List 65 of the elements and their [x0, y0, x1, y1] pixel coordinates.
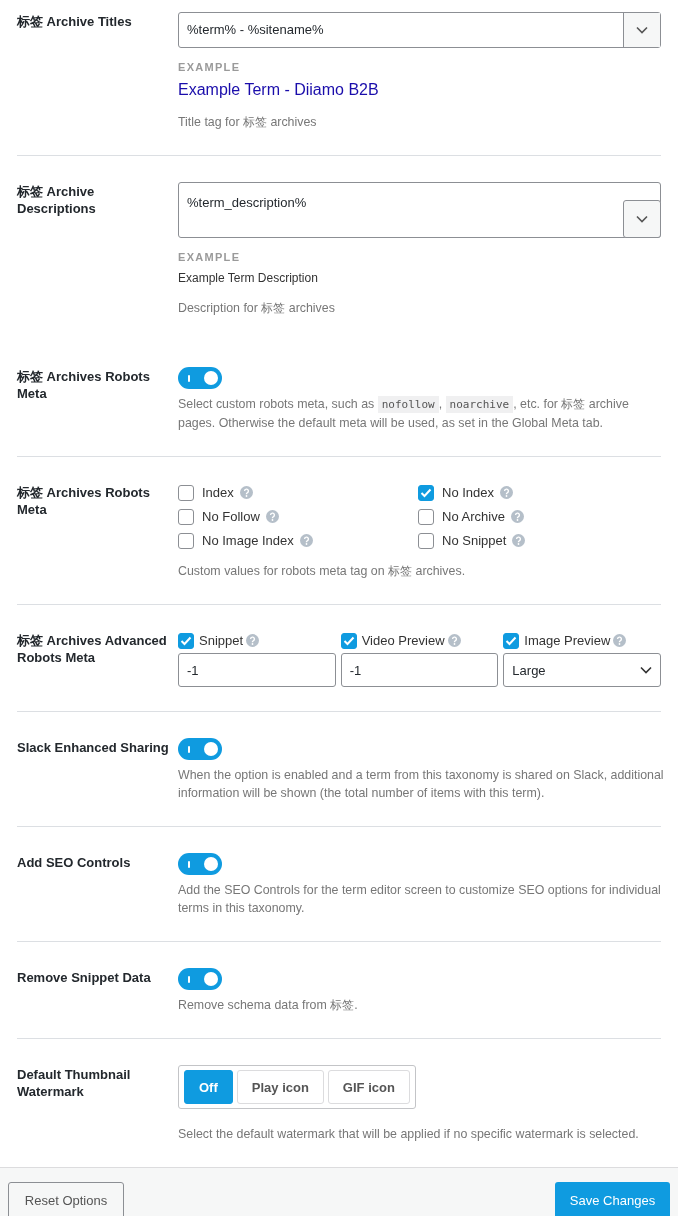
checkbox[interactable] — [503, 632, 520, 649]
help-icon[interactable] — [500, 486, 514, 499]
help-icon[interactable] — [510, 510, 524, 523]
checkbox-label: Video Preview — [361, 633, 445, 648]
field-label: Slack Enhanced Sharing — [17, 739, 170, 757]
number-input[interactable]: -1 — [178, 653, 336, 687]
help-icon[interactable] — [299, 534, 313, 547]
help-icon[interactable] — [512, 534, 526, 547]
field-label: 标签 Archives Robots Meta — [17, 484, 151, 519]
field-description: Title tag for 标签 archives — [178, 114, 318, 131]
field-label: Add SEO Controls — [17, 854, 132, 872]
input-field[interactable]: %term_description% — [178, 182, 661, 238]
select-dropdown[interactable]: Large — [503, 653, 661, 687]
field-label: 标签 Archive Titles — [17, 13, 133, 31]
field-description: Select custom robots meta, such as nofollow , noarchive , etc. for 标签 archive pages. Otherwise the default meta will be used, as set in the Global Meta tab. — [178, 395, 630, 432]
checkbox-label: No Index — [442, 485, 495, 500]
field-label: Remove Snippet Data — [17, 969, 152, 987]
field-description: Remove schema data from 标签. — [178, 997, 359, 1014]
help-icon[interactable] — [239, 486, 253, 499]
checkbox-label: Image Preview — [524, 633, 611, 648]
checkbox-label: No Archive — [442, 509, 505, 524]
watermark-option[interactable]: Play icon — [236, 1070, 324, 1104]
help-icon[interactable] — [447, 634, 461, 647]
field-description: Select the default watermark that will be applied if no specific watermark is selected. — [178, 1126, 640, 1143]
help-icon[interactable] — [265, 510, 279, 523]
number-input[interactable]: -1 — [340, 653, 499, 687]
checkbox[interactable] — [418, 532, 434, 549]
toggle-switch[interactable] — [178, 367, 222, 389]
checkbox-label: Index — [202, 485, 234, 500]
example-heading: EXAMPLE — [178, 251, 242, 263]
checkbox-label: No Snippet — [442, 533, 507, 548]
toggle-switch[interactable] — [178, 968, 222, 990]
field-label: 标签 Archive Descriptions — [17, 183, 97, 218]
watermark-option[interactable]: GIF icon — [327, 1070, 410, 1104]
checkbox[interactable] — [340, 632, 357, 649]
example-preview: Example Term Description — [178, 271, 319, 285]
field-description: Description for 标签 archives — [178, 300, 336, 317]
help-icon[interactable] — [613, 634, 627, 647]
example-heading: EXAMPLE — [178, 61, 242, 73]
checkbox[interactable] — [178, 632, 194, 649]
field-label: 标签 Archives Robots Meta — [17, 368, 151, 403]
checkbox-label: No Image Index — [202, 533, 294, 548]
chevron-down-icon — [640, 666, 652, 674]
chevron-down-icon — [636, 215, 648, 223]
toggle-switch[interactable] — [178, 853, 222, 875]
help-icon[interactable] — [246, 634, 260, 647]
checkbox-label: No Follow — [202, 509, 260, 524]
variable-dropdown-button[interactable] — [623, 13, 660, 47]
field-description: Add the SEO Controls for the term editor screen to customize SEO options for individual terms in this taxonomy. — [178, 882, 662, 917]
input-field[interactable]: %term% - %sitename% — [178, 12, 661, 48]
checkbox-label: Snippet — [199, 633, 244, 648]
toggle-switch[interactable] — [178, 738, 222, 760]
field-label: 标签 Archives Advanced Robots Meta — [17, 632, 168, 667]
variable-dropdown-button[interactable] — [623, 200, 661, 238]
field-description: When the option is enabled and a term from this taxonomy is shared on Slack, additional information will be shown (the total number of items with this term). — [178, 767, 665, 802]
checkbox[interactable] — [178, 532, 194, 549]
example-preview: Example Term - Diiamo B2B — [178, 81, 380, 99]
chevron-down-icon — [636, 26, 648, 34]
reset-options-button[interactable]: Reset Options — [8, 1181, 124, 1216]
checkbox[interactable] — [178, 484, 194, 501]
checkbox[interactable] — [178, 508, 194, 525]
checkbox[interactable] — [418, 484, 434, 501]
checkbox[interactable] — [418, 508, 434, 525]
field-description: Custom values for robots meta tag on 标签 archives. — [178, 563, 467, 580]
field-label: Default Thumbnail Watermark — [17, 1066, 132, 1101]
